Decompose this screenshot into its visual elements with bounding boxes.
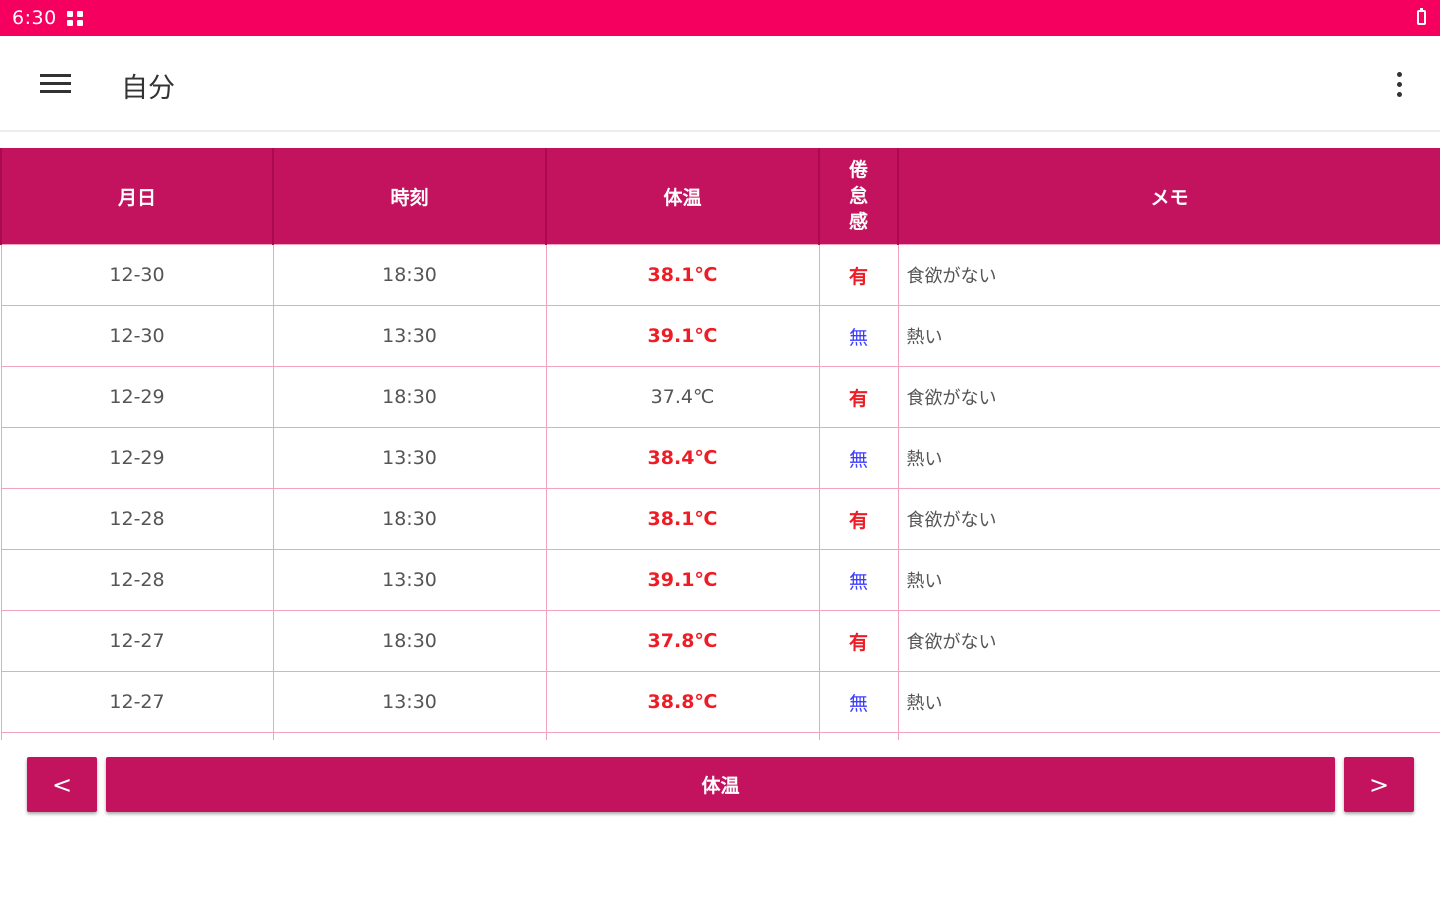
cell-date: 12-30 xyxy=(0,244,274,306)
cell-temperature: 38.4℃ xyxy=(545,427,820,489)
table-row[interactable]: 12-30 18:30 38.1℃ 有 食欲がない xyxy=(0,244,1440,306)
table-row[interactable]: 12-29 13:30 38.4℃ 無 熱い xyxy=(0,427,1440,489)
cell-fatigue: 無 xyxy=(818,427,899,489)
cell-time: 18:30 xyxy=(272,488,547,550)
table-row[interactable]: 12-27 18:30 37.8℃ 有 食欲がない xyxy=(0,610,1440,672)
table-row[interactable]: 12-29 18:30 37.4℃ 有 食欲がない xyxy=(0,366,1440,428)
cell-time: 13:30 xyxy=(272,427,547,489)
table-row[interactable]: 12-30 13:30 39.1℃ 無 熱い xyxy=(0,305,1440,367)
cell-temperature: 37.8℃ xyxy=(545,610,820,672)
temperature-mode-button[interactable]: 体温 xyxy=(106,757,1335,812)
cell-temperature: 38.8℃ xyxy=(545,671,820,733)
header-memo: メモ xyxy=(897,148,1440,245)
cell-time xyxy=(272,732,547,740)
status-time: 6:30 xyxy=(12,7,57,29)
table-row[interactable] xyxy=(0,732,1440,740)
cell-fatigue: 無 xyxy=(818,305,899,367)
page-title: 自分 xyxy=(121,73,175,104)
cell-memo: 食欲がない xyxy=(897,610,1440,672)
cell-date: 12-30 xyxy=(0,305,274,367)
cell-time: 18:30 xyxy=(272,610,547,672)
cell-temperature: 39.1℃ xyxy=(545,549,820,611)
cell-memo: 食欲がない xyxy=(897,488,1440,550)
cell-memo: 熱い xyxy=(897,549,1440,611)
cell-time: 18:30 xyxy=(272,366,547,428)
next-button[interactable]: > xyxy=(1344,757,1414,812)
cell-memo: 熱い xyxy=(897,305,1440,367)
cell-temperature: 37.4℃ xyxy=(545,366,820,428)
cell-fatigue: 有 xyxy=(818,366,899,428)
app-bar: 自分 xyxy=(0,36,1440,132)
cell-fatigue: 有 xyxy=(818,488,899,550)
table-header-row: 月日 時刻 体温 倦怠感 メモ xyxy=(0,148,1440,245)
cell-temperature xyxy=(545,732,820,740)
cell-fatigue: 有 xyxy=(818,244,899,306)
cell-memo xyxy=(897,732,1440,740)
cell-date xyxy=(0,732,274,740)
cell-date: 12-28 xyxy=(0,549,274,611)
previous-button[interactable]: < xyxy=(27,757,97,812)
table-row[interactable]: 12-28 18:30 38.1℃ 有 食欲がない xyxy=(0,488,1440,550)
battery-icon xyxy=(1417,8,1426,25)
cell-fatigue: 無 xyxy=(818,671,899,733)
header-date: 月日 xyxy=(0,148,274,245)
cell-memo: 食欲がない xyxy=(897,244,1440,306)
cell-memo: 熱い xyxy=(897,427,1440,489)
header-temperature: 体温 xyxy=(545,148,820,245)
cell-date: 12-29 xyxy=(0,366,274,428)
cell-time: 13:30 xyxy=(272,549,547,611)
header-time: 時刻 xyxy=(272,148,547,245)
more-options-icon[interactable] xyxy=(1394,70,1404,100)
cell-temperature: 38.1℃ xyxy=(545,488,820,550)
notification-grid-icon xyxy=(66,10,84,26)
cell-temperature: 38.1℃ xyxy=(545,244,820,306)
temperature-table[interactable]: 月日 時刻 体温 倦怠感 メモ 12-30 18:30 38.1℃ 有 食欲がな… xyxy=(0,148,1440,740)
table-row[interactable]: 12-28 13:30 39.1℃ 無 熱い xyxy=(0,549,1440,611)
cell-date: 12-28 xyxy=(0,488,274,550)
cell-fatigue: 有 xyxy=(818,610,899,672)
cell-time: 18:30 xyxy=(272,244,547,306)
cell-memo: 食欲がない xyxy=(897,366,1440,428)
cell-date: 12-27 xyxy=(0,671,274,733)
header-fatigue: 倦怠感 xyxy=(818,148,899,245)
cell-fatigue xyxy=(818,732,899,740)
header-fatigue-label: 倦怠感 xyxy=(848,159,868,233)
table-row[interactable]: 12-27 13:30 38.8℃ 無 熱い xyxy=(0,671,1440,733)
cell-time: 13:30 xyxy=(272,671,547,733)
status-bar: 6:30 xyxy=(0,0,1440,36)
cell-time: 13:30 xyxy=(272,305,547,367)
cell-memo: 熱い xyxy=(897,671,1440,733)
cell-fatigue: 無 xyxy=(818,549,899,611)
cell-date: 12-29 xyxy=(0,427,274,489)
cell-date: 12-27 xyxy=(0,610,274,672)
hamburger-menu-icon[interactable] xyxy=(40,74,72,94)
cell-temperature: 39.1℃ xyxy=(545,305,820,367)
